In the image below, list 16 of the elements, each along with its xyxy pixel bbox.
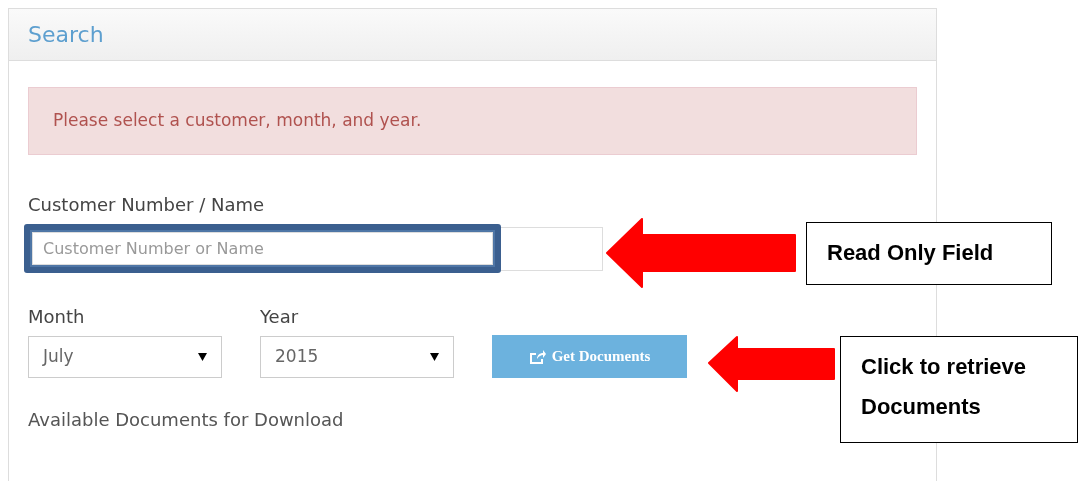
field-label: Month bbox=[28, 305, 85, 329]
callout-note: Click to retrieve Documents bbox=[840, 336, 1078, 443]
callout-note: Read Only Field bbox=[806, 222, 1052, 285]
month-dropdown[interactable]: July bbox=[28, 336, 222, 378]
arrow-icon bbox=[708, 336, 835, 392]
input-field[interactable]: Customer Number or Name bbox=[32, 232, 493, 265]
caret-icon bbox=[198, 353, 207, 361]
field-label: Customer Number / Name bbox=[28, 193, 265, 217]
field-label: Year bbox=[260, 305, 299, 329]
caret-icon bbox=[430, 353, 439, 361]
year-dropdown[interactable]: 2015 bbox=[260, 336, 454, 378]
section-label: Available Documents for Download bbox=[28, 409, 344, 430]
alert-message: Please select a customer, month, and year. bbox=[28, 87, 917, 155]
panel-title: Search bbox=[28, 22, 104, 47]
arrow-icon bbox=[606, 218, 796, 288]
share-icon bbox=[528, 349, 546, 364]
